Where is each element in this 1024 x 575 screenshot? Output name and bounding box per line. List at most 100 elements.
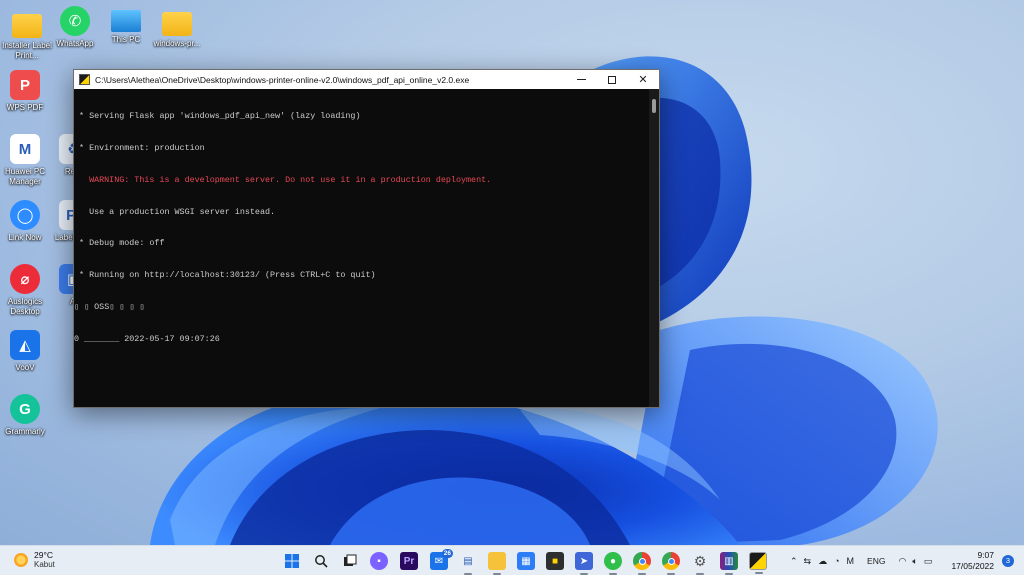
chat-button[interactable]: ▪	[370, 552, 388, 570]
desktop-icon-grammarly[interactable]: G Grammarly	[0, 394, 52, 437]
winrar-icon: ▥	[724, 555, 734, 567]
computer-icon	[111, 10, 141, 32]
store-icon: ▦	[521, 555, 531, 567]
console-scrollbar[interactable]	[649, 89, 659, 407]
weather-temperature: 29°C	[34, 550, 53, 560]
desktop-icon-label: Grammarly	[5, 427, 45, 436]
wechat-icon: ●	[609, 555, 617, 567]
console-line: * Debug mode: off	[74, 238, 165, 249]
desktop-icon-label: Huawei PC Manager	[4, 167, 45, 186]
taskbar-clock[interactable]: 9:07 17/05/2022	[951, 550, 994, 572]
bluetooth-sync-icon[interactable]: ⇆	[804, 556, 812, 567]
desktop-icon-label: This PC	[111, 35, 141, 44]
chrome-icon	[667, 557, 675, 565]
winrar-button[interactable]: ▥	[720, 552, 738, 575]
desktop-icon-installer-folder[interactable]: Installer Label Print...	[0, 8, 54, 61]
explorer-button[interactable]	[488, 552, 506, 575]
minimize-button[interactable]	[565, 70, 597, 89]
folder-icon	[162, 12, 192, 36]
system-tray: ⌃ ⇆ ☁ ◔ M ENG ◠ 🔈︎ ▭	[790, 546, 932, 575]
premiere-button[interactable]: Pr	[400, 552, 418, 570]
desktop-icon-label: Installer Label Print...	[2, 41, 52, 60]
chrome-b-button[interactable]	[662, 552, 680, 575]
search-icon	[315, 555, 328, 568]
weather-widget[interactable]: 29°C Kabut	[14, 550, 55, 570]
desktop-icon-link-now[interactable]: ◯ Link Now	[0, 200, 52, 243]
desktop-icon-this-pc[interactable]: This PC	[99, 6, 153, 45]
volume-icon[interactable]: 🔈︎	[912, 556, 917, 567]
notepad-icon: ▤	[463, 555, 473, 567]
start-button[interactable]	[283, 552, 301, 570]
folder-icon	[12, 14, 42, 38]
desktop-icon-label: WPS PDF	[6, 103, 44, 112]
desktop-icon-label: Auslogics Desktop	[7, 297, 43, 316]
console-line: Use a production WSGI server instead.	[74, 206, 276, 217]
clock-time: 9:07	[977, 550, 994, 560]
task-view-button[interactable]	[341, 552, 359, 570]
huawei-manager-tray-icon[interactable]: M	[847, 556, 855, 566]
maximize-icon	[608, 75, 616, 84]
console-line: 0 _______ 2022-05-17 09:07:26	[74, 333, 220, 344]
teams-button[interactable]: ➤	[575, 552, 593, 575]
cloud-icon[interactable]: ☁	[818, 556, 827, 567]
mail-button[interactable]: ✉ 26	[430, 549, 453, 570]
console-line: * Running on http://localhost:30123/ (Pr…	[74, 270, 376, 281]
console-button[interactable]	[749, 552, 767, 574]
console-app-icon	[79, 74, 90, 85]
voov-icon: ◭	[10, 330, 40, 360]
desktop-icon-windows-printer-folder[interactable]: windows-pr...	[150, 6, 204, 49]
sticky-notes-icon: ■	[551, 555, 559, 567]
windows-logo-icon	[285, 554, 299, 568]
teams-icon: ➤	[579, 555, 589, 567]
desktop-icon-label: windows-pr...	[153, 39, 201, 48]
close-button[interactable]: ✕	[627, 70, 659, 89]
weather-sun-icon	[14, 553, 28, 567]
wps-pdf-icon: P	[10, 70, 40, 100]
console-warning-line: WARNING: This is a development server. D…	[74, 174, 492, 185]
notepad-button[interactable]: ▤	[459, 552, 477, 575]
minimize-icon	[576, 79, 586, 80]
console-line: * Serving Flask app 'windows_pdf_api_new…	[74, 111, 361, 122]
chrome-a-button[interactable]	[633, 552, 651, 575]
taskbar: 29°C Kabut ▪ Pr ✉ 26 ▤ ▦ ■ ➤ ● ⚙ ▥ ⌃ ⇆ ☁…	[0, 545, 1024, 575]
whatsapp-icon: ✆	[60, 6, 90, 36]
scrollbar-thumb[interactable]	[652, 99, 656, 113]
console-output[interactable]: * Serving Flask app 'windows_pdf_api_new…	[74, 89, 649, 407]
search-button[interactable]	[312, 552, 330, 570]
chevron-up-icon[interactable]: ⌃	[790, 556, 798, 567]
desktop-icon-label: VooV	[15, 363, 35, 372]
grammarly-icon: G	[10, 394, 40, 424]
language-indicator[interactable]: ENG	[867, 556, 885, 566]
wechat-button[interactable]: ●	[604, 552, 622, 575]
desktop-icon-wps-pdf[interactable]: P WPS PDF	[0, 70, 52, 113]
desktop-icon-label: WhatsApp	[56, 39, 94, 48]
desktop-icon-huawei-pc-manager[interactable]: M Huawei PC Manager	[0, 134, 52, 187]
chat-icon: ▪	[377, 555, 381, 567]
chrome-icon	[638, 557, 646, 565]
antivirus-icon[interactable]: ◔	[834, 556, 839, 566]
maximize-button[interactable]	[596, 70, 628, 89]
console-title-bar[interactable]: C:\Users\Alethea\OneDrive\Desktop\window…	[74, 70, 659, 89]
desktop-icon-voov[interactable]: ◭ VooV	[0, 330, 52, 373]
console-title: C:\Users\Alethea\OneDrive\Desktop\window…	[95, 74, 470, 85]
close-icon: ✕	[638, 74, 648, 86]
auslogics-icon: ⌀	[10, 264, 40, 294]
link-now-icon: ◯	[10, 200, 40, 230]
console-window[interactable]: C:\Users\Alethea\OneDrive\Desktop\window…	[73, 69, 660, 408]
huawei-icon: M	[10, 134, 40, 164]
sticky-button[interactable]: ■	[546, 552, 564, 570]
console-line: * Environment: production	[74, 142, 205, 153]
weather-condition: Kabut	[34, 560, 55, 569]
notification-badge[interactable]: 3	[1002, 555, 1014, 567]
battery-icon[interactable]: ▭	[924, 556, 933, 567]
wifi-icon[interactable]: ◠	[898, 556, 906, 567]
store-button[interactable]: ▦	[517, 552, 535, 570]
mail-badge: 26	[441, 549, 453, 558]
premiere-icon: Pr	[403, 555, 415, 567]
settings-button[interactable]: ⚙	[691, 552, 709, 575]
desktop-icon-auslogics[interactable]: ⌀ Auslogics Desktop	[0, 264, 52, 317]
desktop-icon-whatsapp[interactable]: ✆ WhatsApp	[48, 6, 102, 49]
mail-icon: ✉	[434, 555, 444, 567]
desktop-icon-label: Link Now	[8, 233, 42, 242]
console-line: ▯ ▯ OSS▯ ▯ ▯ ▯	[74, 301, 145, 312]
